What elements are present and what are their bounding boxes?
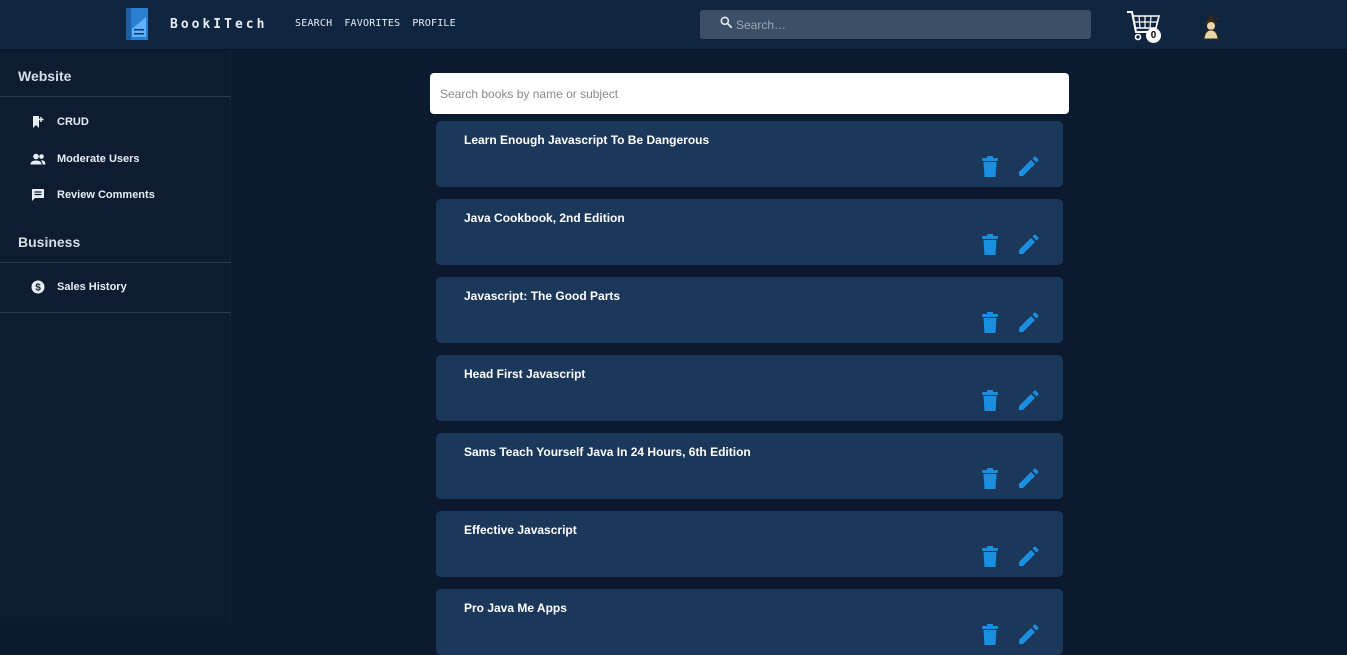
top-search-bar bbox=[700, 10, 1091, 39]
sidebar-item-label: CRUD bbox=[57, 116, 89, 128]
edit-book-button[interactable] bbox=[1017, 234, 1039, 256]
dollar-icon: $ bbox=[30, 279, 46, 295]
nav-link-search[interactable]: SEARCH bbox=[295, 18, 332, 29]
sidebar-item-label: Review Comments bbox=[57, 189, 155, 201]
people-icon bbox=[30, 151, 46, 167]
edit-book-button[interactable] bbox=[1017, 312, 1039, 334]
book-title: Sams Teach Yourself Java In 24 Hours, 6t… bbox=[464, 445, 751, 459]
edit-book-button[interactable] bbox=[1017, 468, 1039, 490]
book-card[interactable]: Pro Java Me Apps bbox=[436, 589, 1063, 655]
sidebar-item-moderate-users[interactable]: Moderate Users bbox=[30, 149, 220, 169]
top-search-input[interactable] bbox=[736, 17, 1076, 32]
delete-book-button[interactable] bbox=[981, 390, 999, 412]
sidebar-divider bbox=[0, 96, 231, 97]
top-navbar: BookITech SEARCH FAVORITES PROFILE 0 bbox=[0, 0, 1347, 50]
book-title: Head First Javascript bbox=[464, 367, 586, 381]
pencil-icon bbox=[1017, 624, 1039, 650]
logo-icon[interactable] bbox=[124, 7, 152, 41]
svg-text:$: $ bbox=[35, 283, 41, 294]
nav-link-favorites[interactable]: FAVORITES bbox=[344, 18, 400, 29]
cart-count-badge: 0 bbox=[1146, 28, 1161, 43]
delete-book-button[interactable] bbox=[981, 234, 999, 256]
book-card[interactable]: Effective Javascript bbox=[436, 511, 1063, 577]
trash-icon bbox=[981, 234, 999, 260]
sidebar-item-sales-history[interactable]: $ Sales History bbox=[30, 277, 220, 297]
book-card[interactable]: Head First Javascript bbox=[436, 355, 1063, 421]
sidebar-item-crud[interactable]: CRUD bbox=[30, 112, 220, 132]
delete-book-button[interactable] bbox=[981, 546, 999, 568]
sidebar-item-label: Moderate Users bbox=[57, 153, 140, 165]
nav-link-profile[interactable]: PROFILE bbox=[412, 18, 456, 29]
book-title: Effective Javascript bbox=[464, 523, 577, 537]
book-card[interactable]: Java Cookbook, 2nd Edition bbox=[436, 199, 1063, 265]
pencil-icon bbox=[1017, 156, 1039, 182]
trash-icon bbox=[981, 312, 999, 338]
trash-icon bbox=[981, 624, 999, 650]
trash-icon bbox=[981, 390, 999, 416]
edit-book-button[interactable] bbox=[1017, 156, 1039, 178]
book-title: Java Cookbook, 2nd Edition bbox=[464, 211, 625, 225]
trash-icon bbox=[981, 546, 999, 572]
nav-links: SEARCH FAVORITES PROFILE bbox=[295, 18, 456, 29]
sidebar-item-label: Sales History bbox=[57, 281, 127, 293]
book-title: Pro Java Me Apps bbox=[464, 601, 567, 615]
delete-book-button[interactable] bbox=[981, 624, 999, 646]
book-card[interactable]: Learn Enough Javascript To Be Dangerous bbox=[436, 121, 1063, 187]
edit-book-button[interactable] bbox=[1017, 390, 1039, 412]
pencil-icon bbox=[1017, 312, 1039, 338]
book-card[interactable]: Sams Teach Yourself Java In 24 Hours, 6t… bbox=[436, 433, 1063, 499]
sidebar-section-business: Business bbox=[18, 234, 81, 250]
edit-book-button[interactable] bbox=[1017, 546, 1039, 568]
book-title: Learn Enough Javascript To Be Dangerous bbox=[464, 133, 710, 147]
sidebar-divider bbox=[0, 262, 231, 263]
pencil-icon bbox=[1017, 468, 1039, 494]
pencil-icon bbox=[1017, 546, 1039, 572]
book-search-bar bbox=[430, 73, 1069, 114]
delete-book-button[interactable] bbox=[981, 156, 999, 178]
bookmark-plus-icon bbox=[30, 114, 46, 130]
brand-name[interactable]: BookITech bbox=[170, 17, 267, 32]
book-title: Javascript: The Good Parts bbox=[464, 289, 621, 303]
edit-book-button[interactable] bbox=[1017, 624, 1039, 646]
sidebar-divider bbox=[0, 312, 231, 313]
sidebar: Website CRUD Moderate Users Review Comme… bbox=[0, 50, 231, 623]
pencil-icon bbox=[1017, 234, 1039, 260]
pencil-icon bbox=[1017, 390, 1039, 416]
sidebar-item-review-comments[interactable]: Review Comments bbox=[30, 185, 220, 205]
sidebar-section-website: Website bbox=[18, 68, 72, 84]
delete-book-button[interactable] bbox=[981, 312, 999, 334]
search-icon bbox=[719, 15, 733, 34]
cart-button[interactable]: 0 bbox=[1125, 8, 1165, 44]
book-search-input[interactable] bbox=[440, 86, 1040, 101]
trash-icon bbox=[981, 468, 999, 494]
trash-icon bbox=[981, 156, 999, 182]
book-card[interactable]: Javascript: The Good Parts bbox=[436, 277, 1063, 343]
comment-icon bbox=[30, 187, 46, 203]
avatar-icon[interactable] bbox=[1199, 12, 1223, 40]
delete-book-button[interactable] bbox=[981, 468, 999, 490]
